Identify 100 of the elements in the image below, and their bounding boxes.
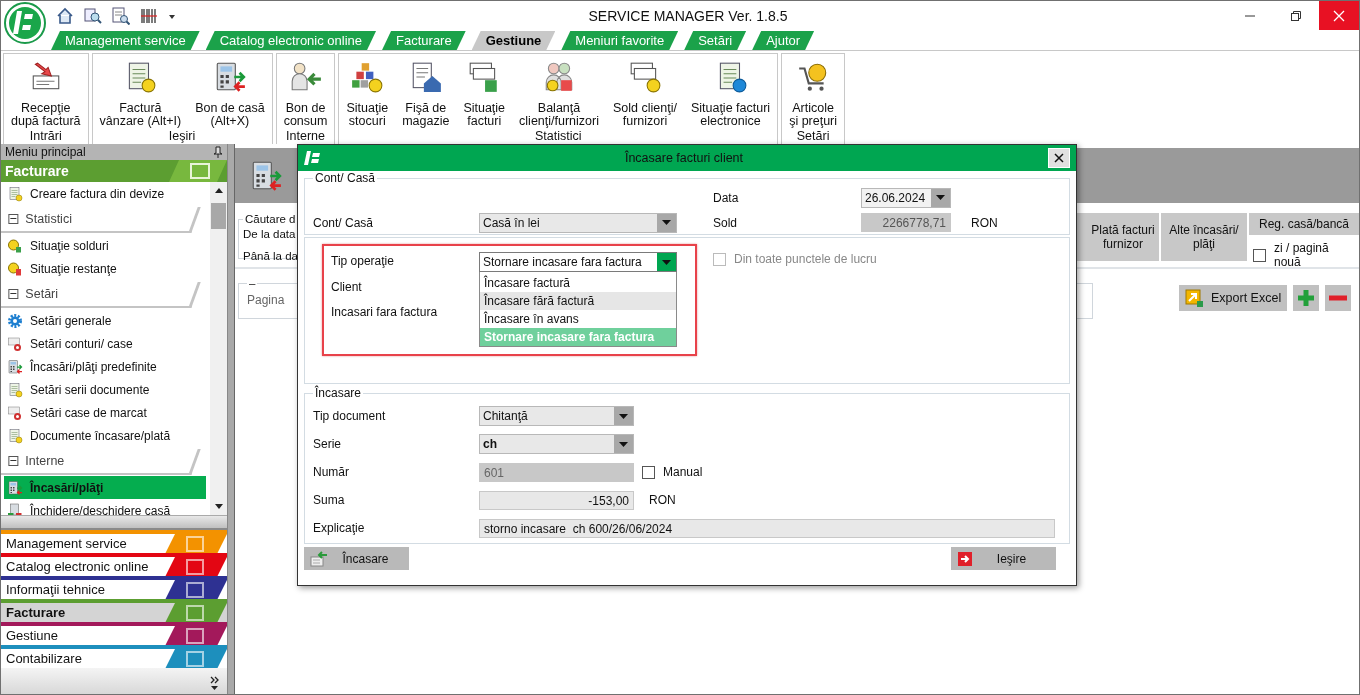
nav-section[interactable]: Informaţii tehnice: [1, 576, 227, 599]
calculator-icon: [7, 358, 23, 375]
window-title: SERVICE MANAGER Ver. 1.8.5: [587, 7, 788, 24]
coin-icon: [7, 260, 23, 277]
ribbon-button[interactable]: Recepţie după factură: [4, 54, 88, 129]
coin-icon: [7, 237, 23, 254]
caret-icon: [619, 413, 628, 419]
ribbon-button[interactable]: Fişă de magazie: [395, 54, 457, 129]
document-search-icon[interactable]: [112, 6, 130, 25]
field-label: Explicaţie: [313, 521, 366, 535]
search-icon[interactable]: [84, 6, 102, 25]
close-button[interactable]: [1048, 148, 1070, 168]
menu-tab[interactable]: Gestiune: [471, 31, 556, 50]
collapse-icon[interactable]: [8, 289, 19, 299]
ribbon-button[interactable]: Balanţă clienţi/furnizori: [512, 54, 606, 129]
ribbon-button[interactable]: Articole şi preţuri: [782, 54, 845, 129]
nav-section[interactable]: Gestiune: [1, 622, 227, 645]
group-title: Încasare: [314, 386, 363, 400]
calculator-icon: [7, 479, 23, 496]
dropdown-field[interactable]: Stornare incasare fara factura: [479, 252, 677, 272]
scrollbar-thumb[interactable]: [211, 203, 226, 229]
checkbox[interactable]: [1253, 248, 1266, 262]
collapse-icon[interactable]: [8, 456, 19, 466]
exit-button[interactable]: Ieşire: [951, 547, 1056, 570]
nav-section[interactable]: Facturare: [1, 599, 227, 622]
group-title: Căutare d: [244, 213, 297, 225]
barcode-icon[interactable]: [140, 6, 158, 25]
dropdown-option[interactable]: Încasare în avans: [480, 310, 676, 328]
menu-item[interactable]: Creare factura din devize: [4, 182, 210, 205]
collapse-icon[interactable]: [8, 214, 19, 224]
nav-section[interactable]: Catalog electronic online: [1, 553, 227, 576]
dropdown-field[interactable]: ch: [479, 434, 634, 454]
text-field[interactable]: -153,00: [479, 490, 634, 510]
field-label: Incasari fara factura: [331, 304, 439, 321]
menu-item[interactable]: Setări generale: [4, 309, 210, 332]
text-field[interactable]: storno incasare ch 600/26/06/2024: [479, 518, 1055, 538]
dropdown-field[interactable]: 26.06.2024: [861, 187, 951, 208]
ribbon-button[interactable]: Bon de casă (Alt+X): [188, 54, 272, 129]
chevron-icon[interactable]: [210, 676, 219, 690]
splitter-handle[interactable]: [1, 515, 227, 530]
nav-section[interactable]: Management service: [1, 530, 227, 553]
field-label: De la data: [243, 227, 296, 242]
menu-item[interactable]: Setări case de marcat: [4, 401, 210, 424]
field-label: Client: [331, 279, 363, 296]
export-icon: [1185, 289, 1203, 307]
dropdown-option[interactable]: Încasare fără factură: [480, 292, 676, 310]
dropdown-field[interactable]: Casă în lei: [479, 212, 677, 233]
group-header[interactable]: Setări: [1, 282, 201, 308]
panel-title: Meniu principal: [5, 145, 86, 159]
menu-item[interactable]: Închidere/deschidere casă: [4, 499, 210, 515]
menu-item[interactable]: Setări serii documente: [4, 378, 210, 401]
field-label: Suma: [313, 493, 346, 507]
close-icon: [1054, 153, 1064, 163]
group-title: Cont/ Casă: [314, 171, 377, 185]
field-label: Tip document: [313, 409, 387, 423]
restore-icon: [1291, 10, 1301, 21]
menu-item[interactable]: Situaţie solduri: [4, 234, 210, 257]
arrow-down-icon: [214, 504, 223, 509]
document-gear-icon: [7, 404, 23, 421]
nav-section[interactable]: Contabilizare: [1, 645, 227, 668]
dialog-title: Încasare facturi client: [623, 151, 745, 165]
pin-icon[interactable]: [213, 146, 223, 158]
menu-item[interactable]: Încasări/plăţi: [4, 476, 206, 499]
section-title: Facturare: [5, 163, 69, 179]
document-icon: [7, 427, 23, 444]
logo-icon: [304, 150, 320, 166]
logo-icon: [4, 2, 46, 44]
field-label: Serie: [313, 437, 342, 451]
menu-item[interactable]: Documente încasare/plată: [4, 424, 210, 447]
ribbon-button[interactable]: Situaţie facturi electronice: [683, 54, 778, 129]
caret-icon: [619, 441, 628, 447]
field-label: Tip operaţie: [331, 253, 395, 270]
close-icon: [1333, 9, 1345, 22]
action-button[interactable]: Alte încasări/ plăţi: [1161, 213, 1247, 261]
exit-icon: [957, 550, 973, 567]
collapse-toggle[interactable]: –: [247, 277, 258, 289]
confirm-button[interactable]: Încasare: [304, 547, 409, 570]
ribbon-button[interactable]: Sold clienţi/ furnizori: [605, 54, 684, 129]
ribbon-button[interactable]: Situaţie stocuri: [339, 54, 396, 129]
menu-item[interactable]: Situaţie restanţe: [4, 257, 210, 280]
dropdown-field[interactable]: Chitanţă: [479, 406, 634, 426]
dropdown-option[interactable]: Încasare factură: [480, 274, 676, 292]
ribbon-button[interactable]: Factură vânzare (Alt+I): [92, 54, 189, 129]
field-label: Până la da: [243, 249, 298, 264]
currency-label: RON: [649, 493, 676, 507]
scrollbar[interactable]: [210, 182, 227, 515]
ribbon-button[interactable]: Bon de consum: [276, 54, 335, 129]
group-header[interactable]: Statistici: [1, 207, 201, 233]
text-field[interactable]: 2266778,71: [861, 213, 951, 232]
menu-item[interactable]: Setări conturi/ case: [4, 332, 210, 355]
group-label: Ieşiri: [167, 129, 197, 144]
group-label: Intrări: [28, 129, 63, 144]
remove-button[interactable]: [1325, 285, 1351, 311]
ribbon-button[interactable]: Situaţie facturi: [456, 54, 513, 129]
menu-item[interactable]: Încasări/plăţi predefinite: [4, 355, 210, 378]
group-label: Setări: [795, 129, 831, 144]
export-button[interactable]: Export Excel: [1179, 285, 1287, 311]
field-label: Sold: [713, 215, 739, 230]
house-icon[interactable]: [56, 6, 74, 25]
gear-icon: [7, 312, 23, 329]
